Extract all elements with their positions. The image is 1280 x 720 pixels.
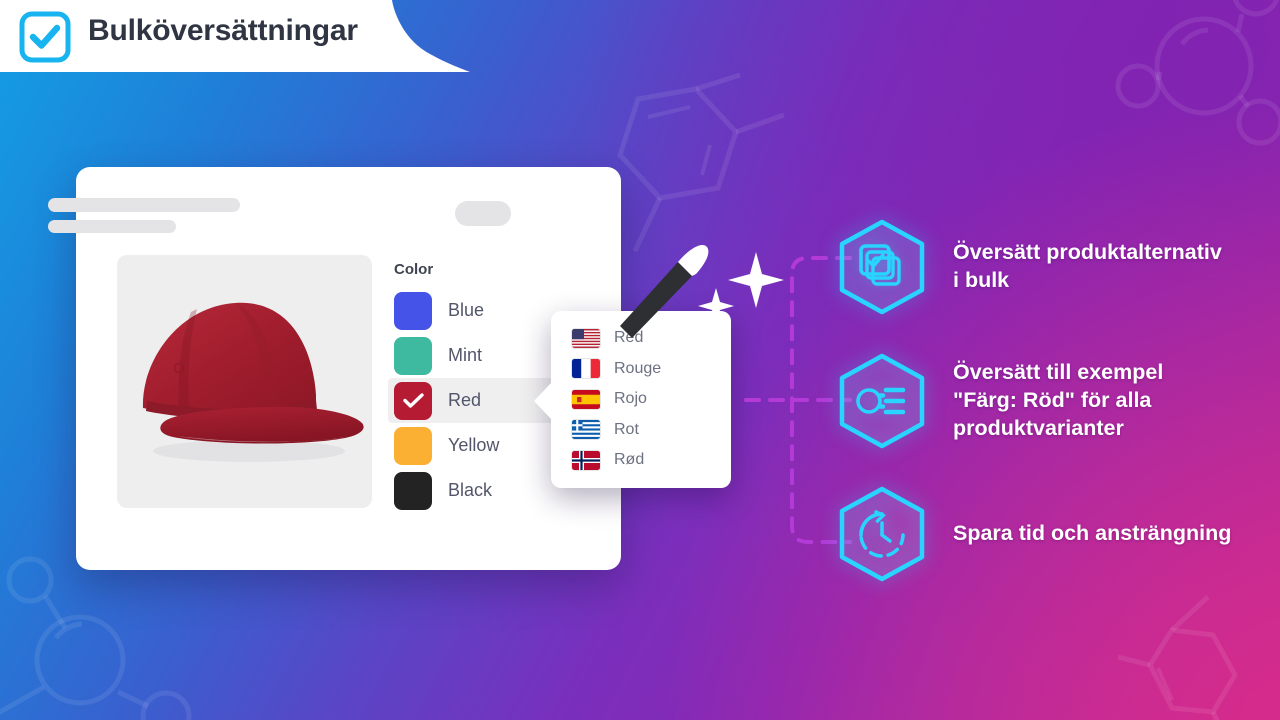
color-option-label: Black	[448, 480, 493, 500]
red-cap-illustration	[142, 302, 364, 462]
color-option-label: Blue	[448, 300, 485, 320]
clock-arrow-icon	[833, 485, 931, 583]
header-banner: Bulköversättningar	[0, 0, 470, 72]
color-option-label: Red	[448, 390, 482, 410]
page-title: Bulköversättningar	[88, 14, 358, 47]
stacked-cards-check-icon	[833, 218, 931, 316]
translation-row-fr[interactable]: Rouge	[551, 354, 731, 385]
translation-row-no[interactable]: Rød	[551, 445, 731, 476]
translation-row-gr[interactable]: Rot	[551, 415, 731, 446]
translation-label: Rot	[614, 420, 639, 438]
feature-item-bulk-translate: Översätt produktalternativ i bulk	[833, 218, 1222, 316]
skeleton-pill-button	[455, 201, 511, 226]
color-option-label: Yellow	[448, 435, 500, 455]
feature-text: Översätt produktalternativ i bulk	[953, 240, 1222, 292]
translation-row-es[interactable]: Rojo	[551, 384, 731, 415]
product-image	[117, 255, 372, 508]
color-swatch-red	[394, 381, 432, 420]
color-swatch-black	[394, 471, 432, 510]
skeleton-bar-title	[48, 198, 240, 212]
color-swatch-blue	[394, 291, 432, 330]
color-swatch-yellow	[394, 426, 432, 465]
spain-flag-icon	[572, 389, 600, 409]
color-swatch-mint	[394, 336, 432, 375]
translation-label: Rød	[614, 451, 645, 469]
popup-pointer	[534, 382, 552, 420]
us-flag-icon	[572, 328, 600, 348]
molecule-decoration-right	[1115, 0, 1280, 146]
checkbox-check-icon	[19, 11, 71, 63]
color-option-label: Mint	[448, 345, 483, 365]
norway-flag-icon	[572, 450, 600, 470]
check-icon	[402, 393, 424, 408]
france-flag-icon	[572, 359, 600, 379]
bullet-list-icon	[833, 352, 931, 450]
translation-label: Rouge	[614, 359, 662, 377]
feature-text: Spara tid och ansträngning	[953, 521, 1232, 546]
feature-item-example-translate: Översätt till exempel "Färg: Röd" för al…	[833, 352, 1163, 450]
greece-flag-icon	[572, 420, 600, 440]
color-option-title: Color	[394, 261, 434, 278]
molecule-decoration-bottom-right	[1117, 595, 1238, 720]
skeleton-bar-subtitle	[48, 220, 176, 233]
feature-item-save-time: Spara tid och ansträngning	[833, 485, 1231, 583]
feature-text: Översätt till exempel "Färg: Röd" för al…	[953, 360, 1164, 440]
translation-label: Rojo	[614, 390, 647, 408]
